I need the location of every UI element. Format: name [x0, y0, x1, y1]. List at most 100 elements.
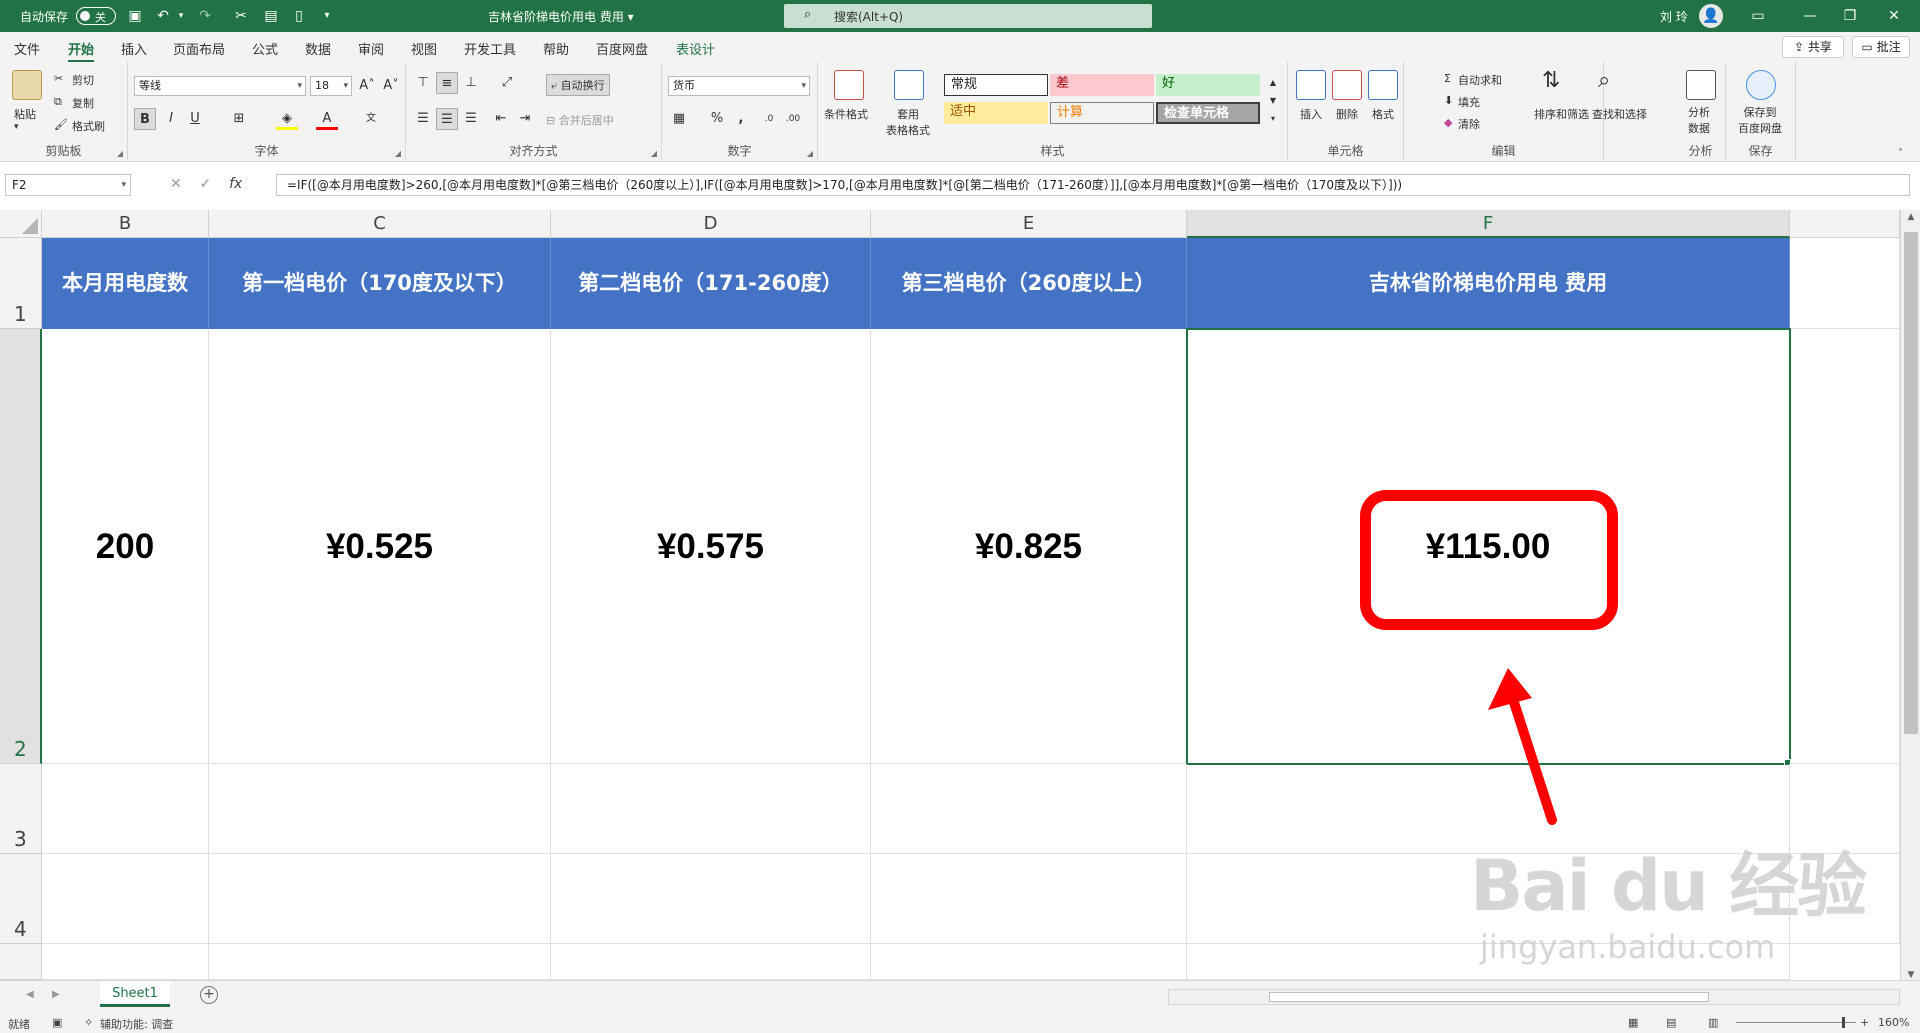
restore-icon[interactable]: ❐: [1840, 6, 1860, 26]
grow-font-icon[interactable]: A˄: [356, 75, 378, 97]
tab-table-design[interactable]: 表设计: [676, 39, 715, 58]
empty-cell[interactable]: [42, 764, 209, 854]
font-launcher-icon[interactable]: ◢: [395, 149, 401, 158]
customize-qa-icon[interactable]: ▾: [318, 7, 336, 25]
increase-decimal-icon[interactable]: .0: [758, 108, 780, 130]
cell-g2[interactable]: [1790, 329, 1900, 764]
empty-cell[interactable]: [871, 854, 1187, 944]
column-header-e[interactable]: E: [871, 210, 1187, 238]
increase-indent-icon[interactable]: ⇥: [514, 108, 536, 130]
orientation-icon[interactable]: ⤢: [496, 72, 518, 94]
page-break-view-icon[interactable]: ▥: [1708, 1016, 1718, 1029]
zoom-slider-knob[interactable]: [1842, 1017, 1845, 1028]
merge-center-button[interactable]: ⊟ 合并后居中: [546, 112, 614, 128]
sheet-tab-sheet1[interactable]: Sheet1: [100, 981, 170, 1007]
format-painter-button[interactable]: 格式刷: [72, 118, 105, 134]
undo-dropdown-icon[interactable]: ▾: [172, 7, 190, 25]
zoom-slider[interactable]: [1736, 1017, 1856, 1028]
select-all-corner[interactable]: [0, 210, 42, 238]
font-name-select[interactable]: 等线 ▾: [134, 76, 306, 96]
vertical-scrollbar[interactable]: ▲ ▼: [1900, 210, 1920, 990]
font-size-select[interactable]: 18 ▾: [310, 76, 352, 96]
find-select-icon[interactable]: ⌕: [1598, 68, 1610, 93]
undo-icon[interactable]: ↶: [154, 7, 172, 25]
tab-developer[interactable]: 开发工具: [464, 39, 516, 58]
empty-cell[interactable]: [209, 764, 551, 854]
formula-input[interactable]: =IF([@本月用电度数]>260,[@本月用电度数]*[@第三档电价（260度…: [276, 174, 1910, 196]
column-header-f[interactable]: F: [1187, 210, 1790, 238]
cell-g1[interactable]: [1790, 238, 1900, 329]
empty-cell[interactable]: [871, 944, 1187, 980]
baidu-netdisk-icon[interactable]: [1746, 70, 1776, 100]
zoom-in-icon[interactable]: +: [1860, 1016, 1869, 1029]
autosum-icon[interactable]: Σ: [1444, 72, 1451, 85]
analyze-data-icon[interactable]: [1686, 70, 1716, 100]
insert-cells-icon[interactable]: [1296, 70, 1326, 100]
style-normal[interactable]: 常规: [944, 74, 1048, 96]
enter-icon[interactable]: ✓: [200, 176, 212, 192]
minimize-icon[interactable]: —: [1800, 6, 1820, 26]
tab-baidu-netdisk[interactable]: 百度网盘: [596, 39, 648, 58]
style-bad[interactable]: 差: [1050, 74, 1154, 96]
insert-function-icon[interactable]: fx: [229, 176, 242, 192]
table-format-icon[interactable]: [894, 70, 924, 100]
autosum-button[interactable]: 自动求和: [1458, 72, 1502, 88]
scroll-up-icon[interactable]: ▲: [1901, 212, 1920, 222]
currency-icon[interactable]: ▦: [668, 108, 690, 130]
conditional-format-button[interactable]: 条件格式: [824, 106, 868, 122]
save-baidu-button[interactable]: 保存到 百度网盘: [1738, 104, 1782, 136]
table-format-button[interactable]: 套用 表格格式: [886, 106, 930, 138]
avatar[interactable]: 👤: [1699, 4, 1723, 28]
column-header-c[interactable]: C: [209, 210, 551, 238]
row-header-5[interactable]: [0, 944, 42, 980]
empty-cell[interactable]: [871, 764, 1187, 854]
tab-data[interactable]: 数据: [305, 39, 331, 58]
cell-tier1-value[interactable]: ¥0.525: [209, 329, 551, 764]
decrease-decimal-icon[interactable]: .00: [782, 108, 804, 130]
ribbon-display-icon[interactable]: ▭: [1748, 6, 1768, 26]
autosave-toggle[interactable]: 关: [76, 7, 116, 25]
new-doc-icon[interactable]: ▯: [290, 7, 308, 25]
paste-button[interactable]: 粘贴: [14, 106, 36, 122]
analyze-data-button[interactable]: 分析 数据: [1688, 104, 1710, 136]
header-cell-tier2[interactable]: 第二档电价（171-260度）: [551, 238, 871, 329]
header-cell-tier3[interactable]: 第三档电价（260度以上）: [871, 238, 1187, 329]
align-top-icon[interactable]: ⊤: [412, 72, 434, 94]
sort-filter-icon[interactable]: ⇅: [1542, 68, 1560, 93]
align-bottom-icon[interactable]: ⊥: [460, 72, 482, 94]
scroll-down-icon[interactable]: ▼: [1901, 970, 1920, 980]
percent-icon[interactable]: %: [706, 108, 728, 130]
styles-more-icon[interactable]: ▾: [1262, 108, 1284, 130]
cut-qa-icon[interactable]: ✂: [232, 7, 250, 25]
empty-cell[interactable]: [551, 764, 871, 854]
status-accessibility[interactable]: 辅助功能: 调查: [100, 1016, 173, 1032]
share-button[interactable]: ⇪ 共享: [1782, 36, 1844, 58]
format-cells-icon[interactable]: [1368, 70, 1398, 100]
fill-button[interactable]: 填充: [1458, 94, 1480, 110]
tab-review[interactable]: 审阅: [358, 39, 384, 58]
prev-sheet-icon[interactable]: ◀: [26, 989, 34, 1000]
document-title[interactable]: 吉林省阶梯电价用电 费用 ▾: [488, 8, 634, 25]
redo-icon[interactable]: ↷: [196, 7, 214, 25]
horizontal-scroll-thumb[interactable]: [1269, 992, 1709, 1002]
style-good[interactable]: 好: [1156, 74, 1260, 96]
align-right-icon[interactable]: ☰: [460, 108, 482, 130]
decrease-indent-icon[interactable]: ⇤: [490, 108, 512, 130]
comma-icon[interactable]: ,: [730, 108, 752, 130]
horizontal-scrollbar[interactable]: [1168, 989, 1900, 1005]
delete-cells-button[interactable]: 删除: [1336, 106, 1358, 122]
copy-icon[interactable]: ⧉: [54, 95, 62, 109]
format-painter-icon[interactable]: 🖌: [54, 118, 68, 131]
comment-button[interactable]: ▭ 批注: [1852, 36, 1910, 58]
paste-icon[interactable]: [12, 70, 42, 100]
empty-cell[interactable]: [551, 944, 871, 980]
next-sheet-icon[interactable]: ▶: [52, 989, 60, 1000]
tab-help[interactable]: 帮助: [543, 39, 569, 58]
fill-icon[interactable]: ⬇: [1444, 94, 1453, 107]
collapse-ribbon-icon[interactable]: ˄: [1898, 148, 1903, 159]
scroll-thumb[interactable]: [1904, 232, 1918, 734]
align-middle-icon[interactable]: ≡: [436, 72, 458, 94]
align-center-icon[interactable]: ☰: [436, 108, 458, 130]
cell-tier2-value[interactable]: ¥0.575: [551, 329, 871, 764]
add-sheet-icon[interactable]: +: [200, 986, 218, 1004]
